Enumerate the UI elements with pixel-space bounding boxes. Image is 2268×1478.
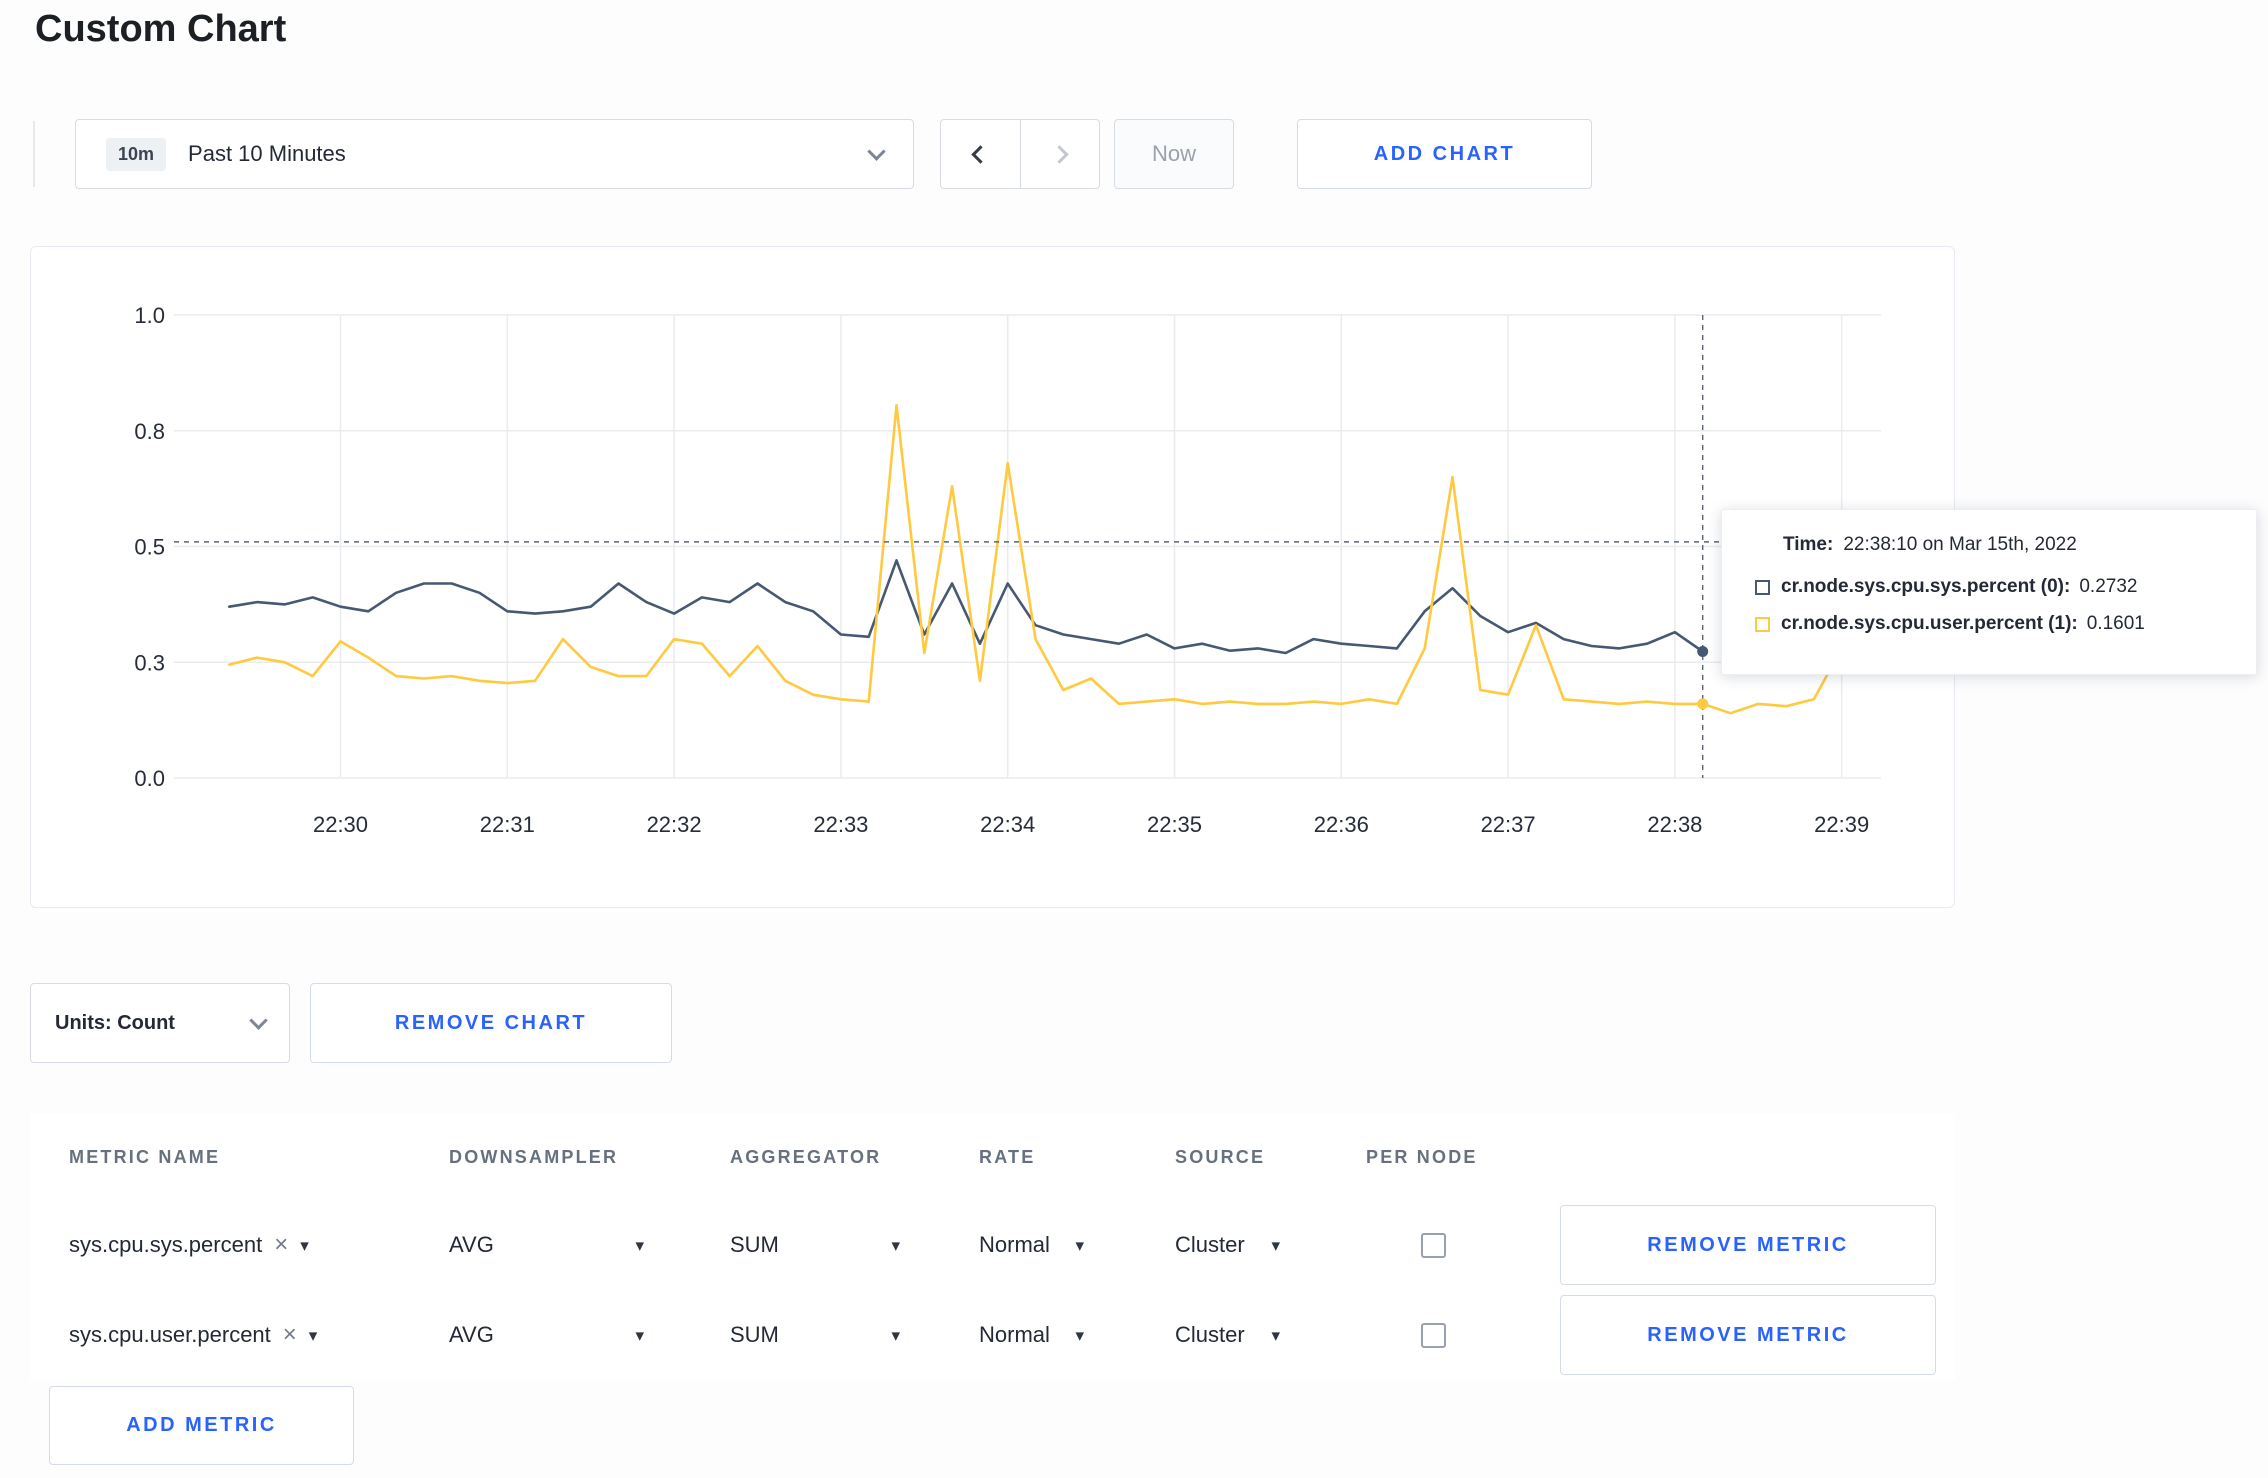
downsampler-value: AVG <box>449 1232 494 1257</box>
time-range-label: Past 10 Minutes <box>188 141 346 166</box>
toolbar-divider <box>33 121 35 187</box>
chevron-left-icon <box>971 144 990 164</box>
per-node-checkbox[interactable] <box>1421 1232 1446 1258</box>
tooltip-sys-label: cr.node.sys.cpu.sys.percent (0): <box>1781 576 2071 597</box>
add-chart-button[interactable]: ADD CHART <box>1297 119 1592 189</box>
source-value: Cluster <box>1175 1232 1245 1257</box>
add-metric-button[interactable]: ADD METRIC <box>49 1386 354 1465</box>
svg-text:22:30: 22:30 <box>313 812 368 837</box>
metrics-table: METRIC NAME DOWNSAMPLER AGGREGATOR RATE … <box>30 1114 1955 1380</box>
svg-text:22:36: 22:36 <box>1314 812 1369 837</box>
svg-text:0.0: 0.0 <box>134 766 165 791</box>
metric-name-value: sys.cpu.sys.percent <box>69 1232 263 1257</box>
svg-text:22:35: 22:35 <box>1147 812 1202 837</box>
tooltip-time: Time: 22:38:10 on Mar 15th, 2022 <box>1783 534 2256 556</box>
tooltip-user-value: 0.1601 <box>2086 613 2145 634</box>
chart-card: 1.0 0.8 0.5 0.3 0.0 22:30 22:31 22:32 22:33 22:34… <box>30 246 1955 908</box>
rate-value: Normal <box>979 1322 1050 1347</box>
sys-series-swatch-icon <box>1755 579 1770 595</box>
clear-icon[interactable]: × <box>274 1233 288 1257</box>
rate-select[interactable]: Normal ▾ <box>979 1232 1084 1258</box>
metric-name-value: sys.cpu.user.percent <box>69 1322 271 1347</box>
rate-value: Normal <box>979 1232 1050 1257</box>
chevron-down-icon <box>249 1010 268 1030</box>
svg-text:22:38: 22:38 <box>1647 812 1702 837</box>
tooltip-time-value: 22:38:10 on Mar 15th, 2022 <box>1843 534 2077 555</box>
tooltip-time-label: Time: <box>1783 534 1834 555</box>
remove-chart-button[interactable]: REMOVE CHART <box>310 983 672 1063</box>
source-select[interactable]: Cluster ▾ <box>1175 1232 1280 1258</box>
time-range-badge: 10m <box>106 137 167 171</box>
tooltip-sys-value: 0.2732 <box>2079 576 2138 597</box>
tooltip-entry-sys: cr.node.sys.cpu.sys.percent (0): 0.2732 <box>1755 576 2256 598</box>
table-row: sys.cpu.sys.percent × ▾ AVG ▾ SUM ▾ Normal… <box>30 1200 1955 1290</box>
remove-metric-button[interactable]: REMOVE METRIC <box>1560 1295 1936 1375</box>
source-value: Cluster <box>1175 1322 1245 1347</box>
chart-tooltip: Time: 22:38:10 on Mar 15th, 2022 cr.node.… <box>1721 509 2257 675</box>
time-nav-group <box>940 119 1100 189</box>
svg-text:22:37: 22:37 <box>1481 812 1536 837</box>
prev-range-button[interactable] <box>941 120 1020 188</box>
col-aggregator: AGGREGATOR <box>730 1146 882 1167</box>
units-label: Units: Count <box>55 1011 175 1034</box>
downsampler-select[interactable]: AVG ▾ <box>449 1232 644 1258</box>
now-button[interactable]: Now <box>1114 119 1234 189</box>
svg-text:0.8: 0.8 <box>134 419 165 444</box>
chevron-down-icon: ▾ <box>1271 1235 1280 1255</box>
svg-text:22:34: 22:34 <box>980 812 1035 837</box>
chevron-down-icon: ▾ <box>1075 1235 1084 1255</box>
svg-text:22:33: 22:33 <box>813 812 868 837</box>
time-range-select[interactable]: 10m Past 10 Minutes <box>75 119 914 189</box>
aggregator-select[interactable]: SUM ▾ <box>730 1322 900 1348</box>
col-rate: RATE <box>979 1146 1036 1167</box>
page-title: Custom Chart <box>35 8 287 50</box>
aggregator-value: SUM <box>730 1232 779 1257</box>
source-select[interactable]: Cluster ▾ <box>1175 1322 1280 1348</box>
chevron-down-icon: ▾ <box>1075 1325 1084 1345</box>
chevron-down-icon: ▾ <box>1271 1325 1280 1345</box>
chevron-right-icon <box>1050 144 1069 164</box>
svg-text:22:31: 22:31 <box>480 812 535 837</box>
rate-select[interactable]: Normal ▾ <box>979 1322 1084 1348</box>
col-downsampler: DOWNSAMPLER <box>449 1146 619 1167</box>
tooltip-entry-user: cr.node.sys.cpu.user.percent (1): 0.1601 <box>1755 613 2256 635</box>
col-metric-name: METRIC NAME <box>69 1146 221 1167</box>
chevron-down-icon: ▾ <box>308 1325 318 1345</box>
chevron-down-icon: ▾ <box>635 1325 644 1345</box>
user-series-swatch-icon <box>1755 616 1770 632</box>
tooltip-user-label: cr.node.sys.cpu.user.percent (1): <box>1781 613 2078 634</box>
next-range-button[interactable] <box>1019 120 1100 188</box>
metric-name-select[interactable]: sys.cpu.user.percent × ▾ <box>69 1322 449 1348</box>
aggregator-select[interactable]: SUM ▾ <box>730 1232 900 1258</box>
downsampler-select[interactable]: AVG ▾ <box>449 1322 644 1348</box>
svg-text:22:32: 22:32 <box>647 812 702 837</box>
svg-text:1.0: 1.0 <box>134 303 165 328</box>
col-source: SOURCE <box>1175 1146 1266 1167</box>
units-select[interactable]: Units: Count <box>30 983 290 1063</box>
aggregator-value: SUM <box>730 1322 779 1347</box>
remove-metric-button[interactable]: REMOVE METRIC <box>1560 1205 1936 1285</box>
svg-text:0.5: 0.5 <box>134 535 165 560</box>
chevron-down-icon: ▾ <box>891 1235 900 1255</box>
custom-chart-page: Custom Chart 10m Past 10 Minutes Now ADD… <box>0 0 2268 1478</box>
chevron-down-icon <box>867 141 886 161</box>
table-header-row: METRIC NAME DOWNSAMPLER AGGREGATOR RATE … <box>30 1114 1955 1200</box>
metric-name-select[interactable]: sys.cpu.sys.percent × ▾ <box>69 1232 449 1258</box>
table-row: sys.cpu.user.percent × ▾ AVG ▾ SUM ▾ Norma… <box>30 1290 1955 1380</box>
svg-text:0.3: 0.3 <box>134 650 165 675</box>
col-per-node: PER NODE <box>1366 1146 1478 1167</box>
downsampler-value: AVG <box>449 1322 494 1347</box>
metrics-chart[interactable]: 1.0 0.8 0.5 0.3 0.0 22:30 22:31 22:32 22:33 22:34… <box>31 247 1956 909</box>
clear-icon[interactable]: × <box>283 1323 297 1347</box>
chevron-down-icon: ▾ <box>635 1235 644 1255</box>
chevron-down-icon: ▾ <box>300 1235 309 1255</box>
per-node-checkbox[interactable] <box>1421 1322 1446 1348</box>
chevron-down-icon: ▾ <box>891 1325 900 1345</box>
svg-text:22:39: 22:39 <box>1814 812 1869 837</box>
